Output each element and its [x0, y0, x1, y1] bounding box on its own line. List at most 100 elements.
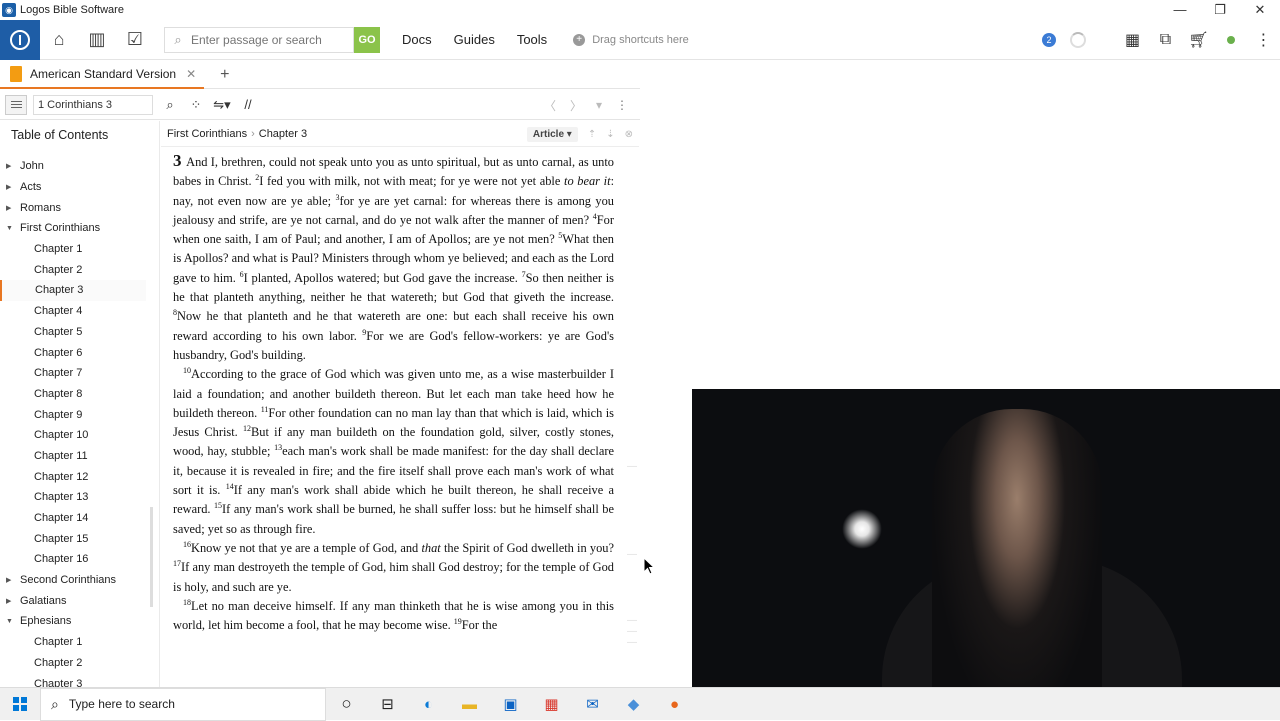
reference-input[interactable]: 1 Corinthians 3: [33, 94, 153, 115]
toc-chapter-item[interactable]: Chapter 16: [0, 549, 159, 570]
menu-tools[interactable]: Tools: [517, 32, 547, 47]
toc-chapter-item[interactable]: Chapter 8: [0, 384, 159, 405]
menu-guides[interactable]: Guides: [454, 32, 495, 47]
toc-book-item[interactable]: ▼ First Corinthians: [0, 218, 159, 239]
shortcuts-bar[interactable]: + Drag shortcuts here: [573, 33, 689, 46]
toc-chapter-item[interactable]: Chapter 12: [0, 466, 159, 487]
notification-badge[interactable]: 2: [1042, 33, 1056, 47]
home-icon[interactable]: ⌂: [40, 20, 78, 60]
add-tab-button[interactable]: +: [220, 66, 229, 84]
toc-chapter-item[interactable]: Chapter 1: [0, 239, 159, 260]
store-icon[interactable]: ▣: [490, 688, 531, 721]
toc-chapter-item[interactable]: Chapter 6: [0, 342, 159, 363]
restore-button[interactable]: ❐: [1200, 0, 1240, 20]
detach-icon[interactable]: ⧉: [1149, 31, 1182, 49]
visual-filter-icon[interactable]: ⁘: [187, 97, 205, 113]
verse-number[interactable]: 15: [214, 501, 222, 510]
breadcrumb-book[interactable]: First Corinthians: [167, 128, 247, 140]
cart-icon[interactable]: 🛒︎: [1182, 30, 1215, 50]
caret-right-icon[interactable]: ▶: [6, 162, 16, 170]
toc-chapter-item[interactable]: Chapter 2: [0, 653, 159, 674]
toc-chapter-item[interactable]: Chapter 7: [0, 363, 159, 384]
view-mode-dropdown[interactable]: Article ▾: [526, 126, 578, 142]
toc-chapter-item[interactable]: Chapter 9: [0, 404, 159, 425]
layouts-icon[interactable]: ▦: [1116, 30, 1149, 50]
toc-chapter-item[interactable]: Chapter 14: [0, 508, 159, 529]
history-dropdown-icon[interactable]: ▾: [596, 98, 602, 112]
toc-scrollbar[interactable]: [150, 507, 153, 607]
firefox-icon[interactable]: ●: [654, 688, 695, 721]
logos-app-icon: ◉: [2, 3, 16, 17]
caret-right-icon[interactable]: ▶: [6, 597, 16, 605]
verse-number[interactable]: 10: [183, 366, 191, 375]
toc-book-item[interactable]: ▶ John: [0, 156, 159, 177]
toc-chapter-item[interactable]: Chapter 15: [0, 528, 159, 549]
toc-book-item[interactable]: ▼ Ephesians: [0, 611, 159, 632]
parallel-resources-icon[interactable]: //: [239, 97, 257, 112]
toc-chapter-item[interactable]: Chapter 3: [0, 673, 159, 687]
verse-number[interactable]: 18: [183, 598, 191, 607]
toc-chapter-item[interactable]: Chapter 5: [0, 322, 159, 343]
tab-label: American Standard Version: [30, 66, 177, 81]
verse-number[interactable]: 13: [274, 443, 282, 452]
paragraph: 16Know ye not that ye are a temple of Go…: [173, 539, 614, 597]
edge-icon[interactable]: ◐: [408, 688, 449, 721]
toc-book-item[interactable]: ▶ Galatians: [0, 590, 159, 611]
caret-right-icon[interactable]: ▶: [6, 183, 16, 191]
task-view-icon[interactable]: ⊟: [367, 688, 408, 721]
account-status-icon[interactable]: [1227, 36, 1235, 44]
search-icon: ⌕: [51, 695, 59, 712]
close-tab-icon[interactable]: ✕: [186, 67, 196, 81]
library-icon[interactable]: ▥: [78, 20, 116, 60]
paragraph: 3 And I, brethren, could not speak unto …: [173, 151, 614, 365]
passage-search-input[interactable]: [191, 32, 351, 47]
toc-chapter-item[interactable]: Chapter 1: [0, 632, 159, 653]
close-circle-icon[interactable]: ⊗: [625, 129, 633, 140]
forward-icon[interactable]: 〉: [570, 97, 582, 114]
close-button[interactable]: ✕: [1240, 0, 1280, 20]
verse-number[interactable]: 19: [454, 617, 462, 626]
taskbar-search[interactable]: ⌕ Type here to search: [40, 687, 326, 721]
verse-number[interactable]: 12: [243, 424, 251, 433]
toc-chapter-item[interactable]: Chapter 13: [0, 487, 159, 508]
toc-chapter-item[interactable]: Chapter 11: [0, 446, 159, 467]
sync-icon[interactable]: [1070, 32, 1086, 48]
toc-book-item[interactable]: ▶ Romans: [0, 197, 159, 218]
more-menu-icon[interactable]: ⋮: [1247, 30, 1280, 50]
panel-menu-icon[interactable]: ⋮: [616, 98, 628, 112]
caret-right-icon[interactable]: ▶: [6, 576, 16, 584]
mail-icon[interactable]: ✉: [572, 688, 613, 721]
logos-menu-button[interactable]: [0, 19, 40, 60]
gift-icon[interactable]: ▦: [531, 688, 572, 721]
caret-down-icon[interactable]: ▼: [6, 225, 16, 232]
logos-taskbar-icon[interactable]: ◆: [613, 688, 654, 721]
search-icon[interactable]: ⌕: [161, 97, 179, 113]
toc-chapter-item[interactable]: Chapter 10: [0, 425, 159, 446]
menu-docs[interactable]: Docs: [402, 32, 432, 47]
caret-right-icon[interactable]: ▶: [6, 204, 16, 212]
toc-chapter-item[interactable]: Chapter 4: [0, 301, 159, 322]
toc-chapter-item[interactable]: Chapter 3: [0, 280, 146, 301]
toc-toggle-icon[interactable]: [5, 94, 27, 115]
tab-american-standard-version[interactable]: American Standard Version ✕: [0, 61, 205, 89]
go-button[interactable]: GO: [354, 26, 380, 53]
arrow-up-icon[interactable]: ⇡: [588, 129, 596, 140]
verse-number[interactable]: 14: [226, 482, 234, 491]
verse-number[interactable]: 17: [173, 559, 181, 568]
back-icon[interactable]: 〈: [544, 97, 556, 114]
breadcrumb-chapter[interactable]: Chapter 3: [259, 128, 307, 140]
file-explorer-icon[interactable]: ▬: [449, 688, 490, 721]
arrow-down-icon[interactable]: ⇣: [606, 129, 614, 140]
checklist-icon[interactable]: ☑: [116, 20, 154, 60]
cortana-icon[interactable]: ○: [326, 688, 367, 721]
toc-chapter-item[interactable]: Chapter 2: [0, 259, 159, 280]
minimize-button[interactable]: —: [1160, 0, 1200, 20]
toc-book-item[interactable]: ▶ Second Corinthians: [0, 570, 159, 591]
start-button[interactable]: [0, 688, 40, 721]
caret-down-icon[interactable]: ▼: [6, 618, 16, 625]
verse-number[interactable]: 16: [183, 540, 191, 549]
lamp-glow: [842, 509, 882, 549]
toc-book-item[interactable]: ▶ Acts: [0, 177, 159, 198]
content-scrollbar[interactable]: — — — — —: [627, 461, 639, 648]
inline-filter-icon[interactable]: ⇋▾: [213, 97, 231, 113]
